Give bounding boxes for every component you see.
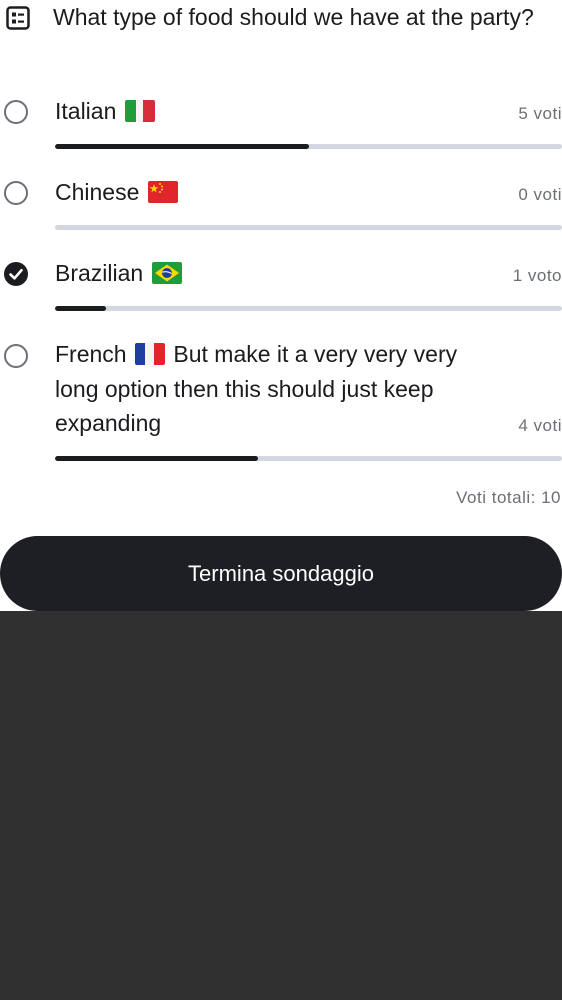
china-flag-icon bbox=[147, 181, 178, 203]
vote-bar-track bbox=[55, 306, 562, 311]
poll-option-french[interactable]: French But make it a very very very long… bbox=[0, 337, 562, 467]
option-label: French But make it a very very very long… bbox=[55, 337, 495, 441]
radio-unchecked[interactable] bbox=[4, 181, 28, 205]
end-poll-button[interactable]: Termina sondaggio bbox=[0, 536, 562, 611]
poll-header: What type of food should we have at the … bbox=[0, 0, 562, 72]
poll-screen: What type of food should we have at the … bbox=[0, 0, 562, 1000]
option-label: Italian bbox=[55, 94, 495, 129]
option-votes: 0 voti bbox=[518, 185, 562, 204]
vote-bar-track bbox=[55, 225, 562, 230]
poll-question: What type of food should we have at the … bbox=[53, 4, 534, 30]
option-label: Chinese bbox=[55, 175, 495, 210]
vote-bar-fill bbox=[55, 144, 309, 149]
vote-bar-fill bbox=[55, 306, 106, 311]
dimmed-background bbox=[0, 611, 562, 1000]
radio-checked[interactable] bbox=[4, 262, 28, 286]
option-votes: 1 voto bbox=[512, 266, 562, 285]
radio-unchecked[interactable] bbox=[4, 100, 28, 124]
poll-option-chinese[interactable]: Chinese 0 voti bbox=[0, 175, 562, 235]
france-flag-icon bbox=[134, 343, 165, 365]
total-votes: Voti totali: 10 bbox=[456, 488, 561, 507]
option-text: Brazilian bbox=[55, 260, 144, 286]
option-text: Chinese bbox=[55, 179, 140, 205]
option-label: Brazilian bbox=[55, 256, 495, 291]
poll-list-icon bbox=[6, 6, 30, 30]
vote-bar-track bbox=[55, 144, 562, 149]
option-text: Italian bbox=[55, 98, 117, 124]
vote-bar-track bbox=[55, 456, 562, 461]
italy-flag-icon bbox=[124, 100, 155, 122]
poll-option-italian[interactable]: Italian 5 voti bbox=[0, 94, 562, 154]
brazil-flag-icon bbox=[151, 262, 182, 284]
option-text: French bbox=[55, 341, 127, 367]
poll-option-brazilian[interactable]: Brazilian 1 voto bbox=[0, 256, 562, 316]
option-votes: 4 voti bbox=[518, 416, 562, 435]
radio-unchecked[interactable] bbox=[4, 344, 28, 368]
vote-bar-fill bbox=[55, 456, 258, 461]
poll-card: What type of food should we have at the … bbox=[0, 0, 562, 611]
checkmark-icon bbox=[9, 268, 23, 280]
option-votes: 5 voti bbox=[518, 104, 562, 123]
